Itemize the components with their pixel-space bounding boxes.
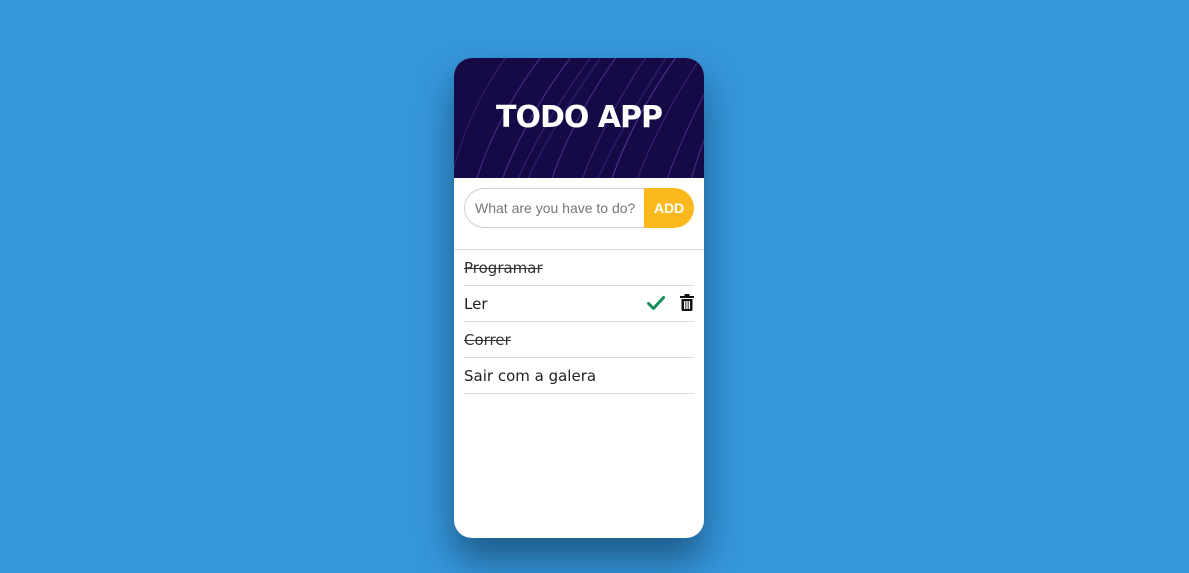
check-icon[interactable] <box>647 295 665 311</box>
todo-item[interactable]: Sair com a galera <box>464 358 694 394</box>
todo-list: Programar Ler Correr Sair com a galera <box>464 250 694 394</box>
todo-item[interactable]: Ler <box>464 286 694 322</box>
add-button[interactable]: ADD <box>644 188 694 228</box>
app-title: TODO APP <box>495 100 663 135</box>
todo-item[interactable]: Correr <box>464 322 694 358</box>
trash-icon[interactable] <box>680 294 694 311</box>
todo-app-card: TODO APP ADD Programar <box>454 58 704 538</box>
todo-input[interactable] <box>464 188 644 228</box>
todo-text[interactable]: Programar <box>464 250 543 285</box>
add-todo-form: ADD <box>464 188 694 228</box>
todo-item[interactable]: Programar <box>464 250 694 286</box>
app-header: TODO APP <box>454 58 704 178</box>
todo-text[interactable]: Ler <box>464 286 488 321</box>
todo-text[interactable]: Sair com a galera <box>464 358 596 393</box>
todo-text[interactable]: Correr <box>464 322 511 357</box>
